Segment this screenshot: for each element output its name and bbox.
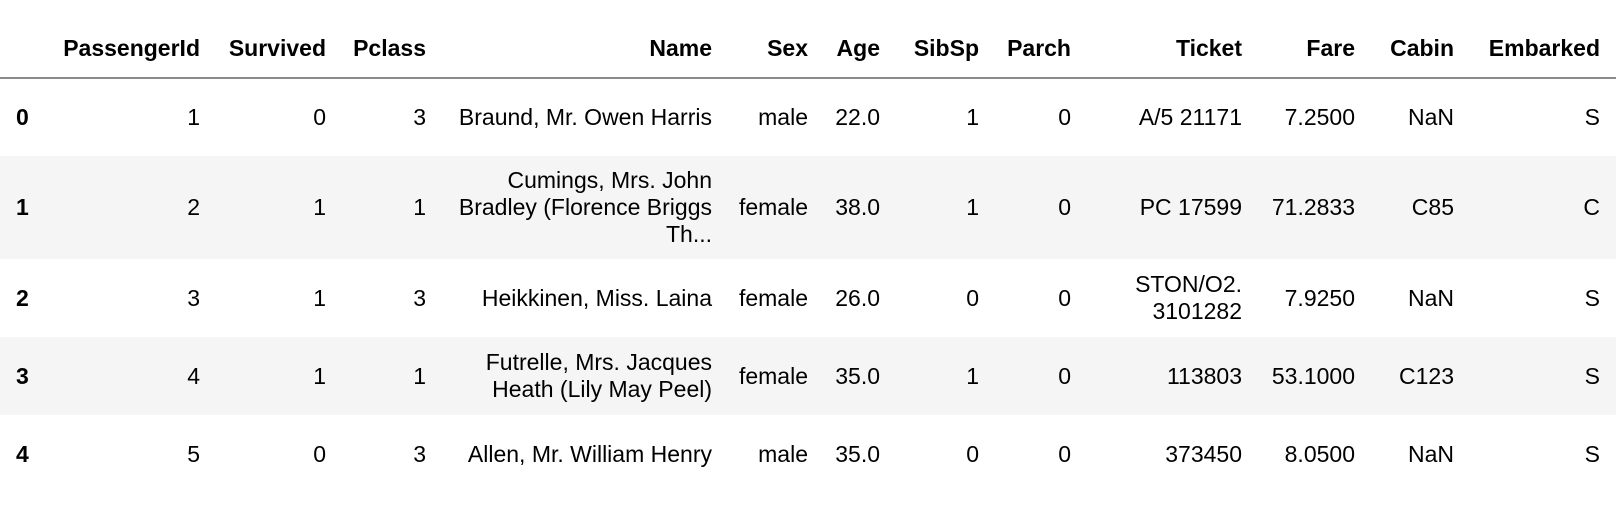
cell-pclass: 3 [413,284,426,311]
cell-fare: 71.2833 [1271,194,1355,220]
cell-embarked: S [1584,104,1600,130]
cell-name: Futrelle, Mrs. Jacques Heath (Lily May P… [485,349,712,402]
column-header-index [0,20,52,79]
cell-cabin: C123 [1399,362,1454,389]
cell-ticket: PC 17599 [1139,194,1242,220]
row-index: 2 [16,284,29,311]
cell-survived: 1 [313,284,326,311]
cell-survived: 1 [313,362,326,389]
cell-passengerid: 4 [187,362,200,389]
column-header-ticket: Ticket [1087,20,1258,79]
cell-sibsp: 1 [966,104,979,130]
column-header-name: Name [442,20,728,79]
column-header-survived: Survived [216,20,342,79]
cell-sex: female [738,284,808,311]
row-index: 3 [16,362,29,389]
cell-parch: 0 [1058,284,1071,311]
cell-age: 22.0 [835,104,880,130]
cell-embarked: C [1583,194,1600,220]
cell-age: 38.0 [835,194,880,220]
cell-passengerid: 5 [187,440,200,467]
cell-sibsp: 0 [966,284,979,311]
cell-survived: 0 [313,440,326,467]
cell-pclass: 1 [413,194,426,220]
cell-cabin: NaN [1407,104,1454,130]
cell-sex: male [758,440,808,467]
row-index: 0 [16,104,29,130]
table-row: 1 2 1 1 Cumings, Mrs. John Bradley (Flor… [0,156,1616,259]
cell-parch: 0 [1058,440,1071,467]
cell-sex: male [758,104,808,130]
cell-ticket: STON/O2. 3101282 [1135,271,1242,324]
table-row: 0 1 0 3 Braund, Mr. Owen Harris male 22.… [0,78,1616,156]
column-header-sex: Sex [728,20,824,79]
cell-parch: 0 [1058,104,1071,130]
cell-age: 35.0 [835,440,880,467]
cell-passengerid: 2 [187,194,200,220]
cell-sibsp: 1 [966,362,979,389]
cell-embarked: S [1584,362,1600,389]
cell-name: Allen, Mr. William Henry [467,440,712,467]
column-header-age: Age [824,20,896,79]
cell-parch: 0 [1058,362,1071,389]
row-index: 4 [16,440,29,467]
cell-embarked: S [1584,440,1600,467]
cell-parch: 0 [1058,194,1071,220]
cell-ticket: A/5 21171 [1138,104,1242,130]
cell-pclass: 3 [413,104,426,130]
cell-pclass: 1 [413,362,426,389]
dataframe-table: PassengerId Survived Pclass Name Sex Age… [0,20,1616,493]
column-header-embarked: Embarked [1470,20,1616,79]
cell-age: 26.0 [835,284,880,311]
cell-name: Braund, Mr. Owen Harris [458,104,712,130]
cell-sibsp: 1 [966,194,979,220]
cell-ticket: 113803 [1166,362,1242,389]
cell-pclass: 3 [413,440,426,467]
table-row: 3 4 1 1 Futrelle, Mrs. Jacques Heath (Li… [0,337,1616,415]
cell-name: Cumings, Mrs. John Bradley (Florence Bri… [458,167,712,247]
cell-name: Heikkinen, Miss. Laina [481,284,712,311]
cell-passengerid: 3 [187,284,200,311]
cell-cabin: C85 [1411,194,1454,220]
column-header-cabin: Cabin [1371,20,1470,79]
column-header-pclass: Pclass [342,20,442,79]
cell-passengerid: 1 [187,104,200,130]
cell-fare: 7.2500 [1284,104,1355,130]
cell-age: 35.0 [835,362,880,389]
cell-cabin: NaN [1407,284,1454,311]
cell-sex: female [738,194,808,220]
dataframe-output: PassengerId Survived Pclass Name Sex Age… [0,20,1618,493]
cell-embarked: S [1584,284,1600,311]
column-header-passengerid: PassengerId [52,20,216,79]
cell-cabin: NaN [1407,440,1454,467]
table-row: 4 5 0 3 Allen, Mr. William Henry male 35… [0,415,1616,493]
cell-sibsp: 0 [966,440,979,467]
cell-fare: 7.9250 [1284,284,1355,311]
row-index: 1 [16,194,29,220]
cell-fare: 8.0500 [1284,440,1355,467]
cell-sex: female [738,362,808,389]
column-header-sibsp: SibSp [896,20,995,79]
column-header-fare: Fare [1258,20,1371,79]
cell-survived: 0 [313,104,326,130]
table-header-row: PassengerId Survived Pclass Name Sex Age… [0,20,1616,79]
table-row: 2 3 1 3 Heikkinen, Miss. Laina female 26… [0,259,1616,337]
column-header-parch: Parch [995,20,1087,79]
cell-ticket: 373450 [1165,440,1242,467]
cell-survived: 1 [313,194,326,220]
cell-fare: 53.1000 [1271,362,1355,389]
